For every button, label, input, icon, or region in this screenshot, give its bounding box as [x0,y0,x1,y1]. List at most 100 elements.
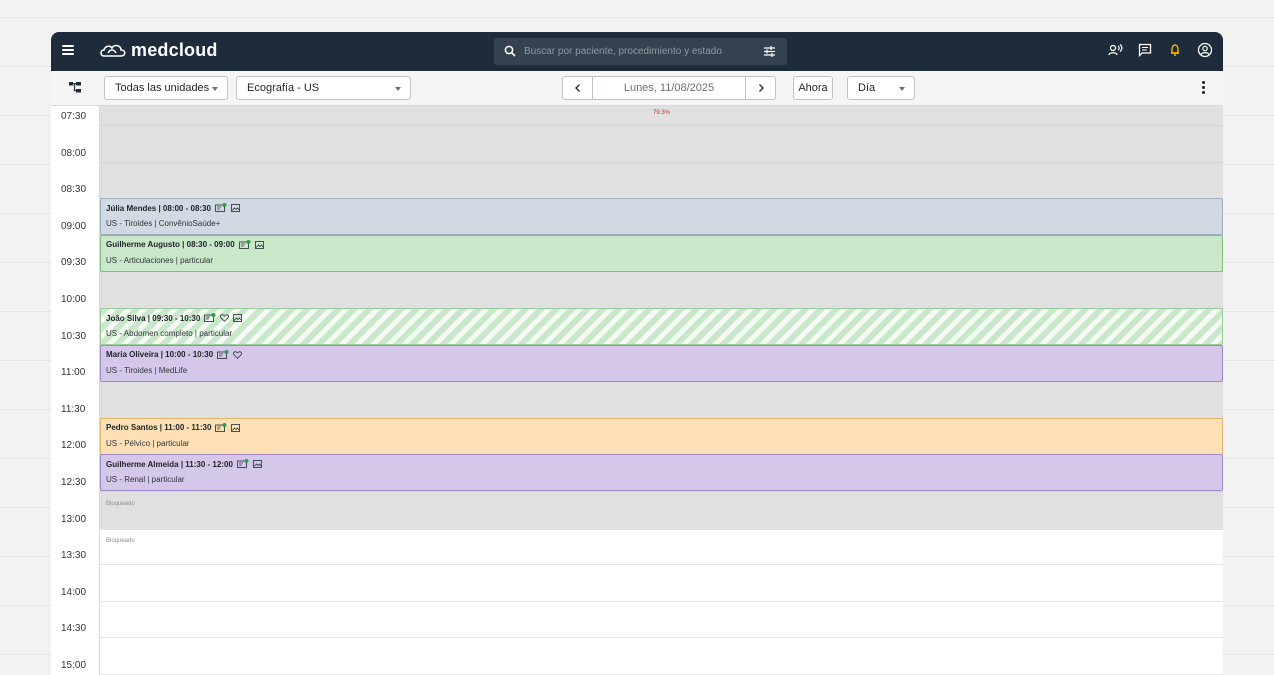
appointment-detail: US - Tiroides | MedLife [106,365,188,375]
grid-line [100,600,1223,602]
time-label: 15:00 [61,660,87,671]
current-date[interactable]: Lunes, 11/08/2025 [593,77,745,99]
view-select[interactable]: Día [847,76,915,100]
appointment-title: Pedro Santos | 11:00 - 11:30 [106,423,212,433]
search-icon [504,45,516,57]
time-label: 13:00 [61,513,87,525]
grid-line [100,161,1223,163]
previous-day-button[interactable] [563,77,593,99]
app-name: medcloud [131,40,218,60]
now-button[interactable]: Ahora [793,76,833,100]
time-label: 11:00 [61,367,86,379]
appointment-card[interactable]: Maria Oliveira | 10:00 - 10:30 US - Tiroi… [100,344,1223,382]
view-select-value: Día [858,82,876,94]
appointment-title: Maria Oliveira | 10:00 - 10:30 [106,350,214,360]
procedure-select[interactable]: Ecografía - US [236,76,411,100]
image-icon [231,204,240,213]
time-label: 14:00 [61,586,87,598]
chevron-down-icon [899,87,905,91]
header-actions [1107,42,1213,58]
time-label: 12:30 [61,477,87,488]
image-icon [231,423,241,432]
calendar-toolbar: Todas las unidades Ecografía - US Lunes,… [51,71,1223,106]
grid-line [100,125,1223,126]
heart-icon [220,314,230,322]
monitor-check-icon [204,313,216,323]
image-icon [233,314,243,322]
appointment-card[interactable]: Júlia Mendes | 08:00 - 08:30 US - Tiroide… [100,198,1223,236]
user-profile-icon[interactable] [1197,42,1213,58]
time-label: 08:00 [61,147,87,159]
time-label: 10:00 [61,294,87,305]
appointment-header: Guilherme Almeida | 11:30 - 12:00 [106,459,262,469]
appointment-title: Guilherme Augusto | 08:30 - 09:00 [106,240,235,250]
search-input[interactable] [524,43,749,60]
logo[interactable]: medcloud [99,40,218,61]
grid-line [100,564,1223,566]
date-navigator: Lunes, 11/08/2025 [562,76,776,100]
appointment-header: Júlia Mendes | 08:00 - 08:30 [106,203,240,213]
image-icon [254,240,264,249]
time-label: 11:30 [61,403,86,415]
cloud-logo-icon [100,44,126,57]
monitor-check-icon [215,203,227,213]
units-select-value: Todas las unidades [115,82,210,94]
appointment-detail: US - Articulaciones | particular [106,255,214,265]
notification-bell-icon[interactable] [1167,42,1183,58]
appointment-detail: US - Tiroides | ConvênioSaúde+ [106,219,221,229]
grid-line [100,637,1223,639]
time-label: 12:00 [61,440,87,452]
appointment-title: Júlia Mendes | 08:00 - 08:30 [106,203,211,213]
monitor-check-icon [238,239,251,250]
appointment-title: João Silva | 09:30 - 10:30 [106,313,201,323]
appointment-header: Pedro Santos | 11:00 - 11:30 [106,422,241,433]
chat-icon[interactable] [1137,42,1153,58]
chevron-down-icon [212,87,218,91]
more-options-icon[interactable] [1201,81,1205,95]
chevron-right-icon [758,84,764,92]
time-label: 09:00 [61,220,87,232]
appointment-card[interactable]: Pedro Santos | 11:00 - 11:30 US - Pélvico… [100,417,1223,455]
occupancy-rate: 79.3% [652,110,670,116]
appointment-detail: US - Pélvico | particular [106,438,190,448]
appointment-header: João Silva | 09:30 - 10:30 [106,313,243,323]
voice-call-icon[interactable] [1107,42,1123,58]
appointment-title: Guilherme Almeida | 11:30 - 12:00 [106,459,233,469]
search-bar [494,38,787,65]
day-calendar: 07:30 08:00 08:30 09:00 09:30 10:00 10:30 11:00… [51,106,1223,675]
menu-icon[interactable] [62,45,74,55]
units-select[interactable]: Todas las unidades [104,76,228,100]
time-column: 07:30 08:00 08:30 09:00 09:30 10:00 10:30 11:00… [51,106,100,675]
time-label: 07:30 [61,111,87,122]
blocked-slot-label: Bloqueado [106,501,135,507]
appointment-card[interactable]: Guilherme Augusto | 08:30 - 09:00 US - Ar… [100,234,1223,272]
time-label: 10:30 [61,330,87,342]
monitor-check-icon [215,422,227,433]
time-label: 09:30 [61,257,87,269]
blocked-slot-label: Bloqueado [106,537,135,544]
procedure-select-value: Ecografía - US [247,82,320,94]
top-header: medcloud [51,32,1223,71]
appointment-detail: US - Renal | particular [106,475,185,485]
appointment-card[interactable]: Guilherme Almeida | 11:30 - 12:00 US - Re… [100,454,1223,492]
monitor-check-icon [236,459,249,469]
next-day-button[interactable] [745,77,775,99]
heart-icon [233,350,243,359]
filter-sliders-icon[interactable] [763,45,776,58]
chevron-left-icon [574,84,580,92]
grid-line [100,491,1223,492]
time-label: 08:30 [61,184,87,196]
appointment-card[interactable]: João Silva | 09:30 - 10:30 US - Abdomen c… [100,308,1223,345]
chevron-down-icon [395,87,401,91]
hierarchy-tree-icon[interactable] [69,82,81,93]
appointment-header: Maria Oliveira | 10:00 - 10:30 [106,349,243,360]
grid-line [100,527,1223,529]
time-label: 14:30 [61,623,87,635]
image-icon [252,460,262,469]
time-label: 13:30 [61,550,87,562]
schedule-grid: 79.3% Júlia Mendes | 08:00 - 08:30 US - T… [100,106,1223,675]
appointment-detail: US - Abdomen completo | particular [106,329,233,338]
monitor-check-icon [217,349,229,360]
app-window: medcloud Buscar por paciente, procedimie… [51,32,1223,675]
appointment-header: Guilherme Augusto | 08:30 - 09:00 [106,239,264,250]
